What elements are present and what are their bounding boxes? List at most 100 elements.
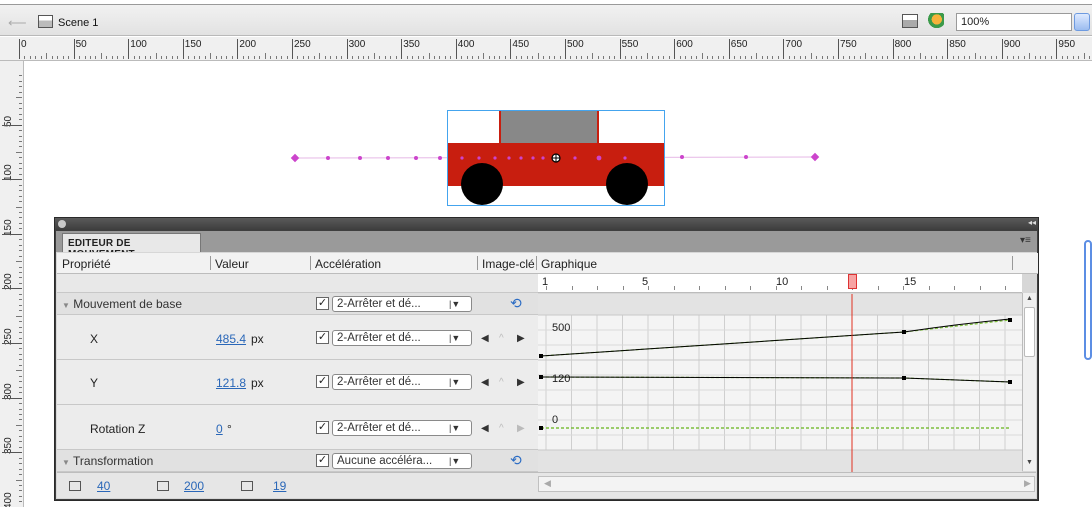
add-keyframe-icon[interactable]: ^ (499, 377, 504, 388)
ruler-minor-tick (19, 255, 22, 257)
ruler-minor-tick (941, 56, 943, 59)
edit-symbols-icon[interactable] (926, 13, 944, 29)
prev-keyframe-icon[interactable]: ◀ (481, 333, 489, 344)
chevron-down-icon: |▼ (449, 423, 461, 433)
collapse-icon[interactable]: ◂◂ (1028, 218, 1036, 227)
scene-name[interactable]: Scene 1 (58, 17, 98, 29)
col-value[interactable]: Valeur (215, 257, 249, 271)
section-base-motion[interactable]: ▼ Mouvement de base ✓ 2-Arrêter et dé...… (57, 293, 538, 315)
ruler-minor-tick (204, 56, 206, 59)
zoom-dropdown-button[interactable] (1074, 13, 1090, 31)
ruler-minor-tick (19, 108, 22, 110)
panel-close-icon[interactable] (58, 220, 66, 228)
frame-ruler[interactable]: 1 5 10 15 (538, 274, 1022, 293)
easing-checkbox[interactable]: ✓ (316, 375, 329, 388)
expanded-size-field[interactable]: 200 (184, 479, 204, 493)
next-keyframe-icon[interactable]: ▶ (517, 377, 525, 388)
ruler-minor-tick (16, 206, 22, 208)
frames-visible-field[interactable]: 19 (273, 479, 286, 493)
ruler-tick (674, 39, 676, 59)
scroll-right-icon[interactable]: ▶ (1024, 478, 1031, 489)
ruler-tick (2, 179, 22, 181)
ruler-minor-tick (734, 56, 736, 59)
stage-scroll-handle[interactable] (1084, 240, 1092, 360)
value-field[interactable]: 121.8 (216, 376, 246, 390)
add-keyframe-icon[interactable]: ^ (499, 333, 504, 344)
ruler-minor-tick (19, 239, 22, 241)
playhead-handle[interactable] (848, 274, 857, 289)
ruler-minor-tick (772, 56, 774, 59)
next-keyframe-icon[interactable]: ▶ (517, 423, 525, 434)
col-keyframe[interactable]: Image-clé (482, 257, 535, 271)
ruler-label: 150 (3, 219, 14, 236)
panel-menu-icon[interactable]: ▾≡ (1020, 235, 1031, 246)
ruler-minor-tick (384, 56, 386, 59)
ruler-minor-tick (1007, 56, 1009, 59)
scroll-left-icon[interactable]: ◀ (544, 478, 551, 489)
easing-checkbox[interactable]: ✓ (316, 331, 329, 344)
easing-checkbox[interactable]: ✓ (316, 454, 329, 467)
ruler-minor-tick (19, 250, 22, 252)
ruler-minor-tick (221, 56, 223, 59)
edit-scene-icon[interactable] (902, 14, 918, 28)
ruler-label: 650 (730, 39, 748, 50)
property-row-x[interactable]: X 485.4 px ✓ 2-Arrêter et dé... |▼ ◀ ^ ▶ (57, 315, 538, 360)
next-keyframe-icon[interactable]: ▶ (517, 333, 525, 344)
back-arrow-icon[interactable]: ⟵ (8, 15, 27, 31)
easing-checkbox[interactable]: ✓ (316, 297, 329, 310)
property-row-rotation-z[interactable]: Rotation Z 0 ° ✓ 2-Arrêter et dé... |▼ ◀… (57, 405, 538, 450)
ruler-minor-tick (19, 375, 22, 377)
value-field[interactable]: 485.4 (216, 332, 246, 346)
ruler-minor-tick (19, 222, 22, 224)
reset-values-icon[interactable]: ⟲ (510, 452, 522, 469)
ruler-minor-tick (19, 441, 22, 443)
value-field[interactable]: 0 (216, 422, 223, 436)
ruler-tick (892, 39, 894, 59)
ruler-label: 950 (1058, 39, 1076, 50)
row-height-icon (69, 481, 81, 491)
panel-titlebar[interactable] (55, 218, 1038, 230)
graph-vertical-scrollbar[interactable]: ▲ ▼ (1022, 293, 1036, 471)
prev-keyframe-icon[interactable]: ◀ (481, 377, 489, 388)
frame-tick (699, 286, 700, 290)
ruler-minor-tick (19, 348, 22, 350)
graph-horizontal-scrollbar[interactable]: ◀ ▶ (538, 476, 1035, 492)
ruler-minor-tick (499, 56, 501, 59)
frame-tick (903, 286, 904, 290)
ruler-minor-tick (575, 56, 577, 59)
unit-label: ° (227, 422, 232, 436)
property-row-y[interactable]: Y 121.8 px ✓ 2-Arrêter et dé... |▼ ◀ ^ ▶ (57, 360, 538, 405)
col-property[interactable]: Propriété (62, 257, 111, 271)
ruler-minor-tick (330, 56, 332, 59)
ruler-minor-tick (19, 293, 22, 295)
ruler-minor-tick (581, 56, 583, 59)
col-easing[interactable]: Accélération (315, 257, 381, 271)
prev-keyframe-icon[interactable]: ◀ (481, 423, 489, 434)
graph-area[interactable]: 500 120 0 (538, 294, 1022, 472)
scroll-thumb[interactable] (1024, 307, 1035, 357)
reset-values-icon[interactable]: ⟲ (510, 295, 522, 312)
ruler-minor-tick (521, 56, 523, 59)
col-graph[interactable]: Graphique (541, 257, 597, 271)
add-keyframe-icon[interactable]: ^ (499, 423, 504, 434)
ruler-tick (237, 39, 239, 59)
ruler-minor-tick (390, 56, 392, 59)
graph-label-rotation: 0 (552, 414, 558, 426)
zoom-field[interactable]: 100% (956, 13, 1072, 31)
tab-motion-editor[interactable]: EDITEUR DE MOUVEMENT (62, 233, 201, 260)
ruler-minor-tick (19, 392, 22, 394)
ruler-minor-tick (19, 430, 22, 432)
section-transformation[interactable]: ▼ Transformation ✓ Aucune accéléra... |▼… (57, 450, 538, 472)
ruler-minor-tick (717, 56, 719, 59)
vertical-ruler: 50 100 150 200 250 300 350 400 (0, 61, 24, 507)
ruler-minor-tick (19, 195, 22, 197)
easing-checkbox[interactable]: ✓ (316, 421, 329, 434)
ruler-label: 100 (130, 39, 147, 50)
graph-size-field[interactable]: 40 (97, 479, 110, 493)
ruler-minor-tick (19, 272, 22, 274)
scroll-up-icon[interactable]: ▲ (1026, 295, 1033, 302)
ruler-minor-tick (193, 56, 195, 59)
ruler-minor-tick (515, 56, 517, 59)
scroll-down-icon[interactable]: ▼ (1026, 459, 1033, 466)
ruler-label: 900 (1003, 39, 1021, 50)
